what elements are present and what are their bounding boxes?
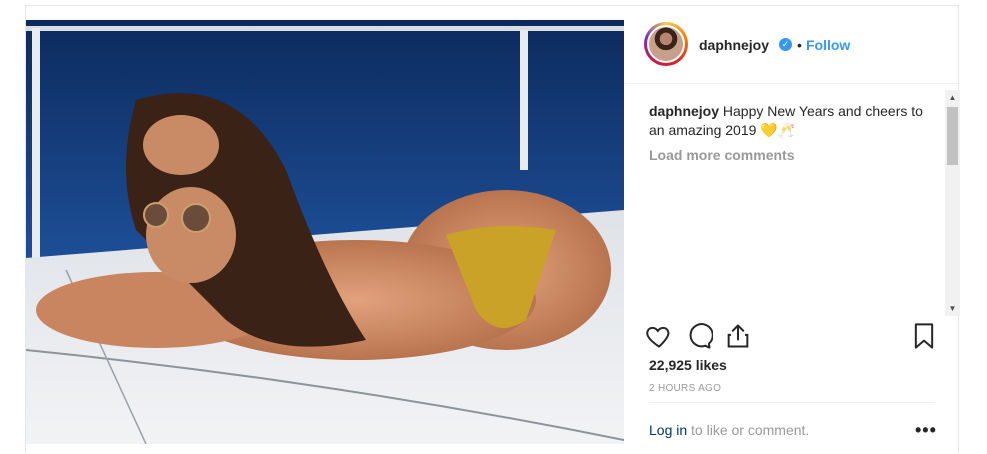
scrollbar[interactable]: ▲ ▼ [945,90,960,316]
avatar[interactable] [644,22,688,66]
photo-illustration [26,20,624,444]
post-header: daphnejoy ✓ • Follow [624,6,960,84]
scroll-down-arrow-icon[interactable]: ▼ [945,301,960,316]
comment-icon[interactable] [685,322,713,350]
like-count[interactable]: 22,925 likes [649,357,727,373]
action-bar [624,320,960,360]
follow-button[interactable]: Follow [806,37,850,53]
login-link[interactable]: Log in [649,422,687,438]
caption: daphnejoy Happy New Years and cheers to … [649,102,929,140]
load-more-comments-button[interactable]: Load more comments [649,147,794,163]
share-icon[interactable] [724,322,752,350]
login-prompt: Log in to like or comment. [649,422,809,438]
post-timestamp[interactable]: 2 HOURS AGO [649,383,721,394]
bookmark-icon[interactable] [910,322,938,350]
more-options-icon[interactable]: ••• [915,420,937,441]
login-prompt-text: to like or comment. [687,422,810,438]
divider [649,402,935,403]
scroll-thumb[interactable] [947,107,958,165]
verified-badge-icon: ✓ [779,38,792,51]
heart-icon[interactable] [645,322,673,350]
post-card: daphnejoy ✓ • Follow daphnejoy Happy New… [25,5,960,454]
username-link[interactable]: daphnejoy [699,37,769,53]
post-image[interactable] [26,20,624,444]
separator-dot: • [797,37,802,53]
post-sidebar: daphnejoy ✓ • Follow daphnejoy Happy New… [624,6,960,454]
comments-area: daphnejoy Happy New Years and cheers to … [624,86,960,316]
avatar-image [647,25,685,63]
caption-username[interactable]: daphnejoy [649,103,719,119]
scroll-up-arrow-icon[interactable]: ▲ [945,90,960,105]
